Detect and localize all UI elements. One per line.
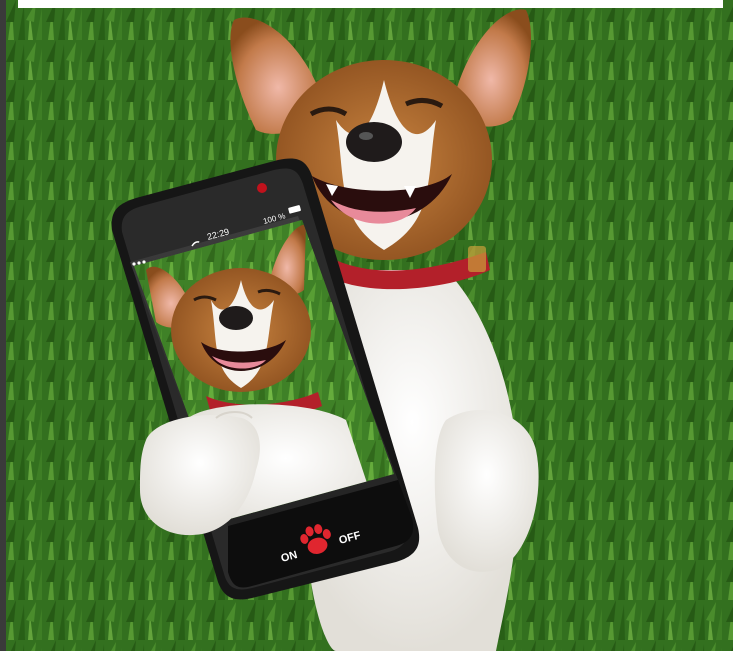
dog-selfie-photo: 22:29 100 % ON OFF — [6, 0, 733, 651]
top-white-bar — [18, 0, 723, 8]
photo-scene: 22:29 100 % ON OFF — [0, 0, 733, 651]
